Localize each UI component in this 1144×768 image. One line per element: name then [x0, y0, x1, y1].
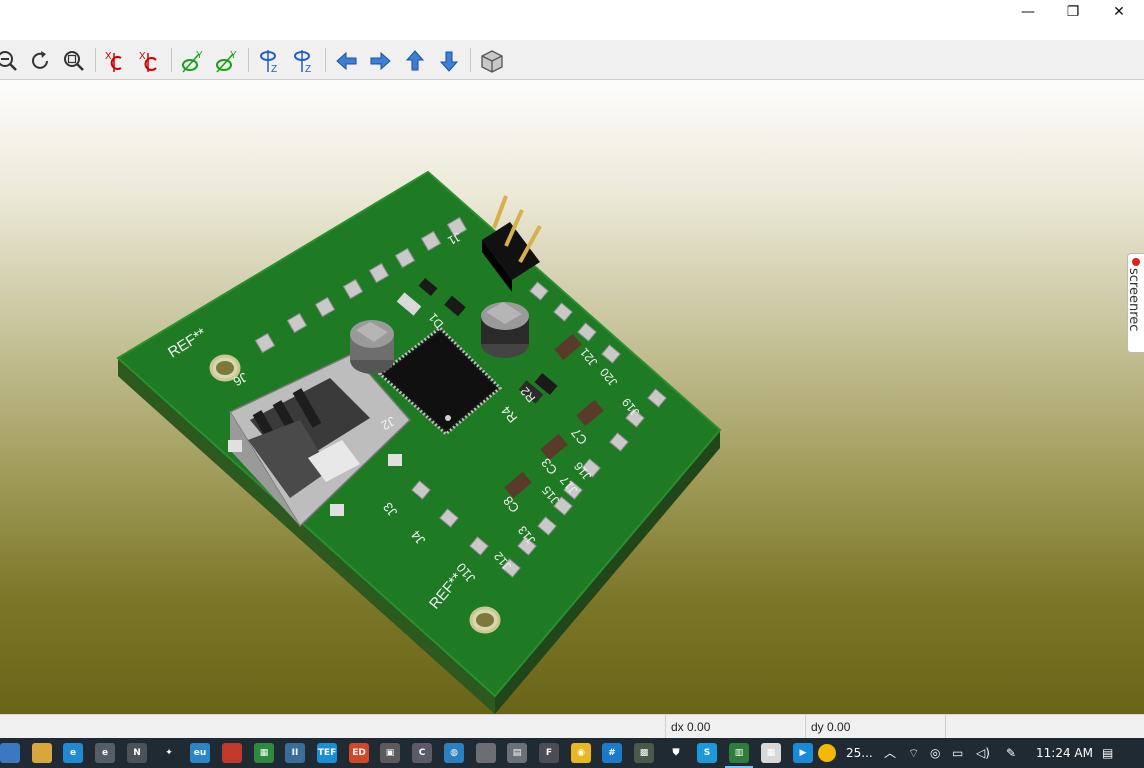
status-bar: dx 0.00 dy 0.00	[0, 714, 1144, 739]
chrome-icon[interactable]: ◉	[571, 743, 591, 763]
rotate-y-ccw-button[interactable]: Y	[211, 46, 241, 76]
notifications-icon[interactable]: ▤	[1102, 738, 1113, 768]
notepad-icon[interactable]: N	[127, 743, 147, 763]
volume-icon[interactable]: ◁)	[976, 738, 990, 768]
pan-down-button[interactable]	[434, 46, 464, 76]
rotate-z-ccw-button[interactable]: Z	[288, 46, 318, 76]
pan-right-button[interactable]	[365, 46, 395, 76]
globe-app-icon[interactable]: ◍	[444, 743, 464, 763]
screen-recorder-icon[interactable]: ▶	[793, 743, 813, 763]
gallery-icon[interactable]: ▣	[380, 743, 400, 763]
mounting-hole-drill	[216, 361, 234, 375]
tef-app-icon[interactable]: TEF	[317, 743, 337, 763]
pan-left-icon	[336, 51, 357, 71]
rotate-z-cw-button[interactable]: Z	[254, 46, 284, 76]
app-e-icon[interactable]: e	[95, 743, 115, 763]
pcb-3d-render: REF** REF** J6 J2 J3 J4 J10 J12 J13 J15 …	[116, 170, 722, 714]
grey-app-icon[interactable]	[476, 743, 496, 763]
toolbar-separator	[470, 48, 471, 72]
file-manager-icon[interactable]	[0, 743, 20, 763]
f-app-icon[interactable]: F	[539, 743, 559, 763]
pan-up-icon	[405, 50, 425, 71]
rotate-y-cw-icon: Y	[182, 50, 203, 73]
weather-icon[interactable]	[818, 744, 836, 762]
pan-down-icon	[439, 51, 459, 72]
pan-left-button[interactable]	[332, 46, 362, 76]
photo-app-icon[interactable]: ▩	[634, 743, 654, 763]
pcb-calculator-icon[interactable]: eu	[190, 743, 210, 763]
toolbar: X X Y Y Z Z	[0, 40, 1144, 80]
toolbar-separator	[325, 48, 326, 72]
pen-icon[interactable]: ✎	[1006, 738, 1016, 768]
red-app-icon[interactable]	[222, 743, 242, 763]
screenrec-label: screenrec	[1126, 268, 1141, 332]
status-empty	[945, 715, 1144, 739]
svg-text:X: X	[105, 51, 112, 62]
electrolytic-capacitor	[481, 302, 529, 358]
rotate-y-cw-button[interactable]: Y	[177, 46, 207, 76]
svg-text:Z: Z	[271, 64, 277, 74]
minimize-button[interactable]: —	[1005, 0, 1051, 24]
record-dot-icon	[1132, 258, 1140, 266]
wifi-icon[interactable]: ⌔	[908, 738, 919, 768]
orthographic-cube-button[interactable]	[477, 46, 507, 76]
rotate-x-ccw-icon: X	[139, 51, 157, 72]
app-ii-icon[interactable]: II	[285, 743, 305, 763]
skype-icon[interactable]: S	[697, 743, 717, 763]
pcb-board	[116, 170, 722, 698]
weather-temp[interactable]: 25...	[846, 738, 873, 768]
electrolytic-capacitor	[350, 320, 394, 374]
rotate-x-cw-button[interactable]: X	[100, 46, 130, 76]
rotate-y-ccw-icon: Y	[216, 50, 237, 73]
svg-text:Z: Z	[305, 64, 311, 74]
ed-app-icon[interactable]: ED	[349, 743, 369, 763]
rotate-z-ccw-icon: Z	[294, 50, 311, 74]
chevron-up-icon[interactable]: ︿	[884, 738, 896, 768]
rotate-z-cw-icon: Z	[260, 50, 277, 74]
rotate-x-ccw-button[interactable]: X	[134, 46, 164, 76]
meet-icon[interactable]: ◎	[930, 738, 940, 768]
security-icon[interactable]: ⛊	[666, 743, 686, 763]
pan-up-button[interactable]	[400, 46, 430, 76]
3d-viewport[interactable]: REF** REF** J6 J2 J3 J4 J10 J12 J13 J15 …	[0, 80, 1144, 714]
zoom-fit-button[interactable]	[59, 46, 89, 76]
redraw-button[interactable]	[25, 46, 55, 76]
status-dy: dy 0.00	[805, 715, 945, 739]
toolbar-separator	[248, 48, 249, 72]
pan-right-icon	[370, 51, 391, 71]
status-dx: dx 0.00	[665, 715, 805, 739]
maximize-button[interactable]: ❐	[1050, 0, 1096, 24]
kicad-board-icon[interactable]: #	[602, 743, 622, 763]
edge-browser-icon[interactable]: e	[63, 743, 83, 763]
settings-app-icon[interactable]: C	[412, 743, 432, 763]
document-app-icon[interactable]: ▤	[507, 743, 527, 763]
rotate-x-cw-icon: X	[105, 51, 122, 72]
file-explorer-icon[interactable]	[32, 743, 52, 763]
zoom-fit-icon	[64, 51, 84, 71]
taskbar: e e N ✦ eu ▦ II TEF ED ▣ C ◍ ▤ F ◉ # ▩ ⛊ S ▥ ▦ ▶ 25... ︿ ⌔ ◎ …	[0, 738, 1144, 768]
kicad-pcbnew-icon[interactable]: ▦	[254, 743, 274, 763]
toolbar-separator	[171, 48, 172, 72]
mounting-hole-drill	[476, 613, 494, 627]
svg-text:X: X	[139, 51, 146, 62]
kicad-3d-viewer-icon[interactable]: ▥	[725, 743, 753, 768]
battery-icon[interactable]: ▭	[952, 738, 963, 768]
zoom-out-icon	[0, 51, 17, 71]
orthographic-cube-icon	[481, 50, 503, 73]
title-bar: — ❐ ✕	[0, 0, 1144, 40]
red-arrow-app-icon[interactable]: ✦	[159, 743, 179, 763]
zoom-out-button[interactable]	[0, 46, 22, 76]
calendar-app-icon[interactable]: ▦	[761, 743, 781, 763]
toolbar-separator	[95, 48, 96, 72]
clock-time[interactable]: 11:24 AM	[1036, 738, 1093, 768]
close-button[interactable]: ✕	[1096, 0, 1142, 24]
redraw-icon	[32, 51, 48, 69]
screenrec-tab[interactable]: screenrec	[1126, 253, 1144, 353]
